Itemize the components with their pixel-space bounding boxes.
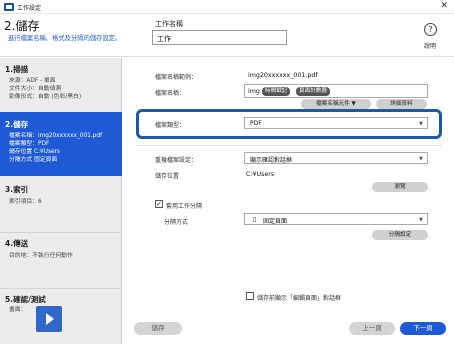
filename-element-button[interactable]: 檔案名稱元件 ▼ <box>301 99 371 109</box>
header: 2.儲存 進行檔案名稱、格式及分隔的儲存設定。 工作名稱 工作 ? 說明 <box>0 14 454 57</box>
close-icon[interactable]: ✕ <box>440 1 448 11</box>
sidebar-item-send[interactable]: 4.傳送 目的地：不執行任何動作 <box>0 234 122 288</box>
filetype-select[interactable]: PDF ▼ <box>244 117 428 129</box>
duplicate-file-label: 重複檔案設定： <box>155 157 198 164</box>
play-icon[interactable] <box>36 306 62 332</box>
sidebar-divider <box>0 232 122 233</box>
duplicate-file-value: 顯示確認對話框 <box>250 157 293 164</box>
sidebar-item-title: 1.掃描 <box>5 65 29 74</box>
app-icon <box>4 3 14 11</box>
back-button[interactable]: 上一頁 <box>349 322 395 335</box>
filetype-label: 檔案類型： <box>155 122 186 129</box>
job-name-label: 工作名稱 <box>155 20 183 28</box>
step-title: 2.儲存 <box>4 19 40 33</box>
next-button[interactable]: 下一頁 <box>400 322 446 335</box>
chevron-down-icon: ▼ <box>419 156 423 162</box>
page-counter-tag[interactable]: 頁面計數器 <box>296 87 330 96</box>
filename-example-value: img20xxxxxx_001.pdf <box>248 72 318 79</box>
sidebar-item-scan[interactable]: 1.掃描 來源：ADF - 單面 文件大小：自動偵測 影像形式：自動 (色彩/黑… <box>0 58 122 108</box>
duplicate-file-select[interactable]: 顯示確認對話框 ▼ <box>244 152 428 164</box>
show-edit-dialog-checkbox[interactable] <box>246 292 254 300</box>
step-subtitle: 進行檔案名稱、格式及分隔的儲存設定。 <box>8 35 122 42</box>
separation-settings-button[interactable]: 分隔設定 <box>372 230 428 240</box>
help-icon[interactable]: ? <box>424 23 437 36</box>
title-bar: 工作設定 ✕ <box>0 0 454 14</box>
page-icon: ▯ <box>253 216 257 223</box>
browse-button[interactable]: 瀏覽 <box>372 182 428 192</box>
separation-method-label: 分隔方式 <box>164 219 189 226</box>
sidebar-item-title: 4.傳送 <box>5 239 29 248</box>
sidebar-divider <box>0 288 122 289</box>
sidebar-item-line: 目的地：不執行任何動作 <box>9 253 73 259</box>
help-label[interactable]: 說明 <box>424 41 436 50</box>
sidebar-item-title: 3.索引 <box>5 185 29 194</box>
sidebar-item-line: 影像形式：自動 (色彩/黑白) <box>9 94 82 100</box>
show-edit-dialog-label[interactable]: 儲存前顯示「編輯頁面」對話框 <box>257 293 341 302</box>
sidebar-item-save[interactable]: 2.儲存 檔案名稱：img20xxxxxx_001.pdf 檔案類型：PDF 儲… <box>0 112 122 176</box>
filename-input[interactable]: img 時間戳記 頁面計數器 <box>244 84 428 98</box>
filename-label: 檔案名稱： <box>155 90 186 97</box>
job-name-input[interactable]: 工作 <box>152 30 287 45</box>
window-title: 工作設定 <box>17 5 42 12</box>
details-button[interactable]: 詳細資料 <box>376 99 427 109</box>
sidebar-item-title: 2.儲存 <box>5 120 29 129</box>
save-location-value: C:¥Users <box>246 171 275 178</box>
save-location-label: 儲存位置 <box>155 173 180 180</box>
save-button[interactable]: 儲存 <box>134 322 182 335</box>
sidebar-item-line: 分隔方式 固定頁面 <box>9 157 58 163</box>
sidebar-item-index[interactable]: 3.索引 索引項目：6 <box>0 180 122 230</box>
filetype-value: PDF <box>250 120 262 127</box>
sidebar-item-line: 索引項目：6 <box>9 199 42 205</box>
separation-method-value: 固定頁面 <box>263 218 288 225</box>
chevron-down-icon: ▼ <box>419 217 423 223</box>
filename-example-label: 檔案名稱範例： <box>155 74 198 81</box>
date-tag[interactable]: 時間戳記 <box>262 87 291 96</box>
filename-prefix: img <box>248 88 260 95</box>
chevron-down-icon: ▼ <box>419 121 423 127</box>
separation-method-select[interactable]: ▯ 固定頁面 ▼ <box>244 213 428 225</box>
divider <box>136 145 442 146</box>
apply-separation-label[interactable]: 套用工作分隔 <box>166 201 202 210</box>
apply-separation-checkbox[interactable]: ✓ <box>155 200 163 208</box>
sidebar-item-line: 畫面： <box>9 307 27 313</box>
